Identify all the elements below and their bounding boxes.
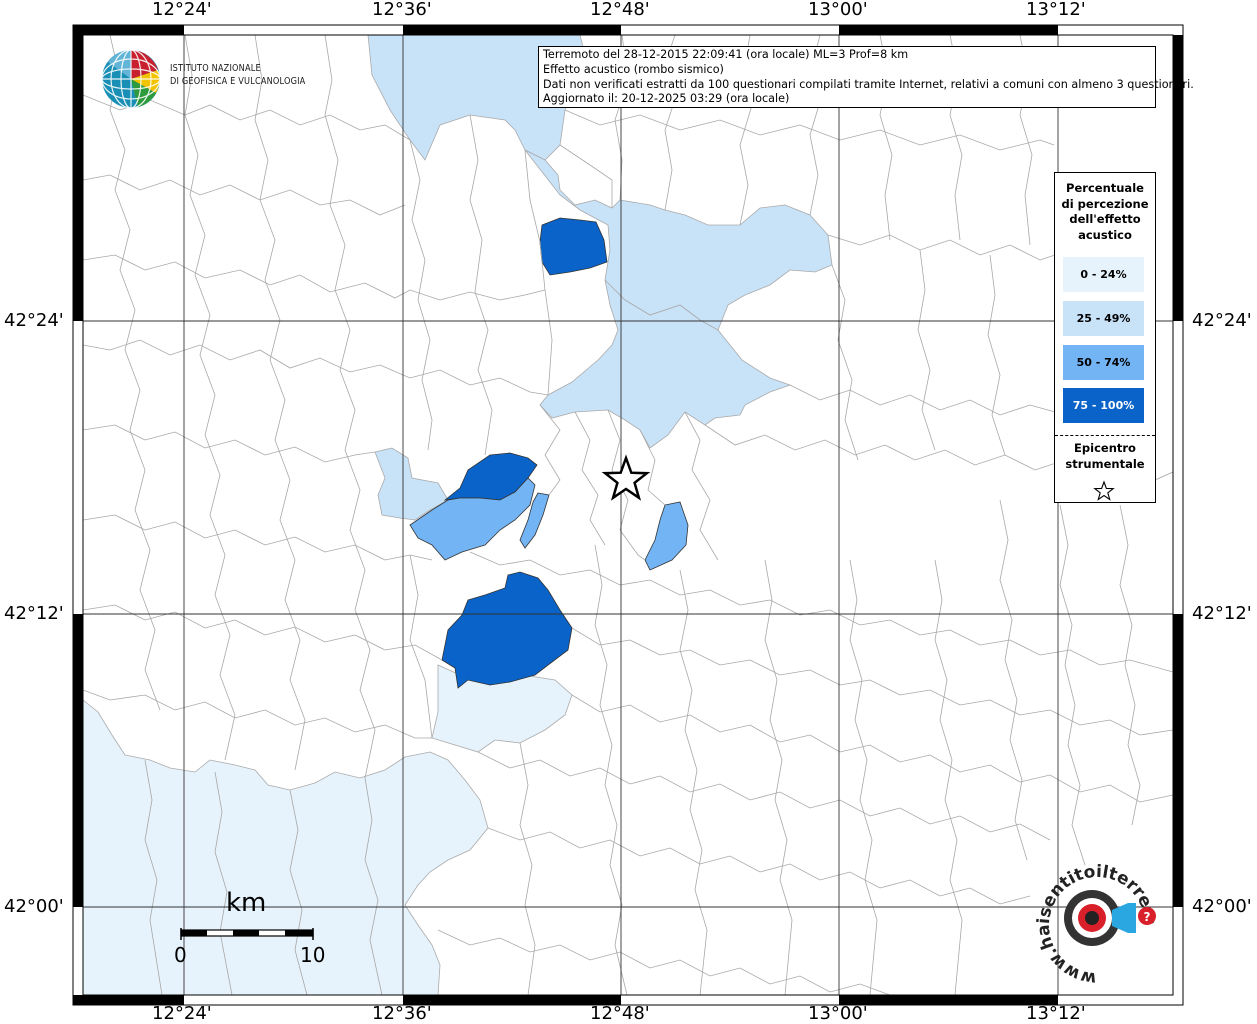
institute-name: ISTITUTO NAZIONALE DI GEOFISICA E VULCAN… — [170, 63, 305, 88]
legend-epicenter-line-2: strumentale — [1065, 456, 1145, 471]
legend-item-75-100: 75 - 100% — [1063, 388, 1144, 423]
info-line-1: Terremoto del 28-12-2015 22:09:41 (ora l… — [543, 48, 909, 61]
lat-label-right-3: 42°00' — [1192, 896, 1252, 917]
info-line-3: Dati non verificati estratti da 100 ques… — [543, 77, 1194, 91]
lon-label-top-3: 12°48' — [590, 0, 650, 20]
lon-label-bottom-2: 12°36' — [372, 1003, 432, 1024]
legend-epicenter-label: Epicentro strumentale — [1055, 441, 1155, 472]
scale-end-label: 10 — [300, 943, 326, 967]
event-info-box: Terremoto del 28-12-2015 22:09:41 (ora l… — [538, 46, 1194, 108]
legend-title-line-1: Percentuale — [1066, 181, 1144, 195]
legend-item-0-24: 0 - 24% — [1063, 257, 1144, 292]
info-line-4: Aggiornato il: 20-12-2025 03:29 (ora loc… — [543, 92, 790, 106]
ingv-globe-logo — [101, 49, 161, 109]
lat-label-right-1: 42°24' — [1192, 310, 1252, 331]
institute-line-1: ISTITUTO NAZIONALE — [170, 63, 261, 74]
lon-label-bottom-3: 12°48' — [590, 1003, 650, 1024]
legend-epicenter-line-1: Epicentro — [1074, 441, 1136, 455]
info-line-2: Effetto acustico (rombo sismico) — [543, 62, 724, 76]
legend-title-line-3: dell'effetto — [1069, 212, 1141, 226]
lon-label-top-4: 13°00' — [808, 0, 868, 20]
institute-line-2: DI GEOFISICA E VULCANOLOGIA — [170, 75, 306, 87]
lat-label-left-3: 42°00' — [4, 896, 64, 917]
lon-label-top-1: 12°24' — [152, 0, 212, 20]
haisentito-logo: www.haisentitoilterremoto.it ? — [1030, 858, 1161, 988]
legend-item-25-49: 25 - 49% — [1063, 301, 1144, 336]
legend-star-icon — [1093, 480, 1115, 501]
lon-label-bottom-1: 12°24' — [152, 1003, 212, 1024]
legend-panel: Percentuale di percezione dell'effetto a… — [1054, 172, 1156, 503]
lat-label-right-2: 42°12' — [1192, 603, 1252, 624]
scale-start-label: 0 — [174, 943, 187, 967]
legend-separator — [1055, 435, 1155, 436]
lon-label-top-5: 13°12' — [1026, 0, 1086, 20]
scale-unit-label: km — [226, 888, 267, 918]
legend-title: Percentuale di percezione dell'effetto a… — [1055, 181, 1155, 243]
legend-title-line-2: di percezione — [1061, 196, 1149, 211]
question-mark-icon: ? — [1144, 910, 1151, 924]
lat-label-left-1: 42°24' — [4, 310, 64, 331]
legend-item-50-74: 50 - 74% — [1063, 345, 1144, 380]
lon-label-top-2: 12°36' — [372, 0, 432, 20]
legend-title-line-4: acustico — [1078, 227, 1132, 242]
lat-label-left-2: 42°12' — [4, 603, 64, 624]
lon-label-bottom-4: 13°00' — [808, 1003, 868, 1024]
lon-label-bottom-5: 13°12' — [1026, 1003, 1086, 1024]
